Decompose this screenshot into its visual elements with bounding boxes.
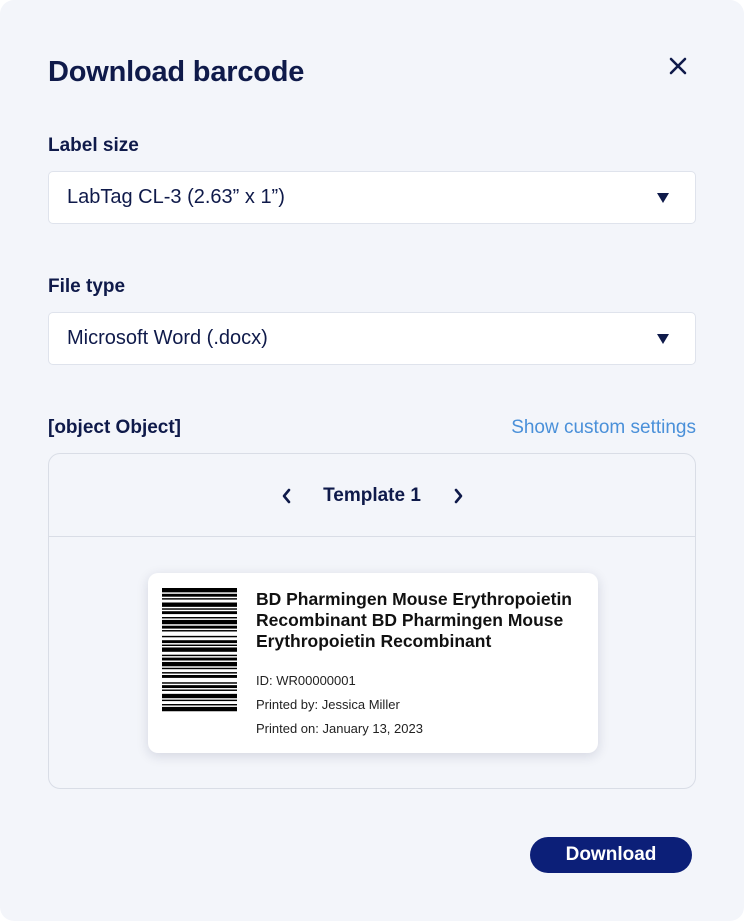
- template-navigator: Template 1: [49, 454, 695, 537]
- barcode-image: [162, 588, 237, 712]
- label-product-name: BD Pharmingen Mouse Erythropoietin Recom…: [256, 589, 572, 651]
- download-barcode-dialog: Download barcode Label size LabTag CL-3 …: [0, 0, 744, 921]
- close-icon: [669, 57, 687, 75]
- caret-down-icon: [657, 193, 669, 203]
- label-size-value: LabTag CL-3 (2.63” x 1”): [67, 186, 285, 208]
- next-template-button[interactable]: [450, 486, 466, 506]
- dialog-title: Download barcode: [48, 56, 305, 88]
- label-id: ID: WR00000001: [256, 673, 356, 688]
- label-size-label: Label size: [48, 135, 139, 156]
- file-type-select[interactable]: Microsoft Word (.docx): [48, 312, 696, 365]
- caret-down-icon: [657, 334, 669, 344]
- download-button[interactable]: Download: [530, 837, 692, 873]
- label-printed-by: Printed by: Jessica Miller: [256, 697, 400, 712]
- label-printed-on: Printed on: January 13, 2023: [256, 721, 423, 736]
- file-type-value: Microsoft Word (.docx): [67, 327, 268, 349]
- chevron-right-icon: [454, 488, 463, 504]
- label-card: BD Pharmingen Mouse Erythropoietin Recom…: [148, 573, 598, 753]
- label-preview-heading: [object Object]: [48, 417, 182, 438]
- template-name: Template 1: [323, 485, 421, 506]
- close-button[interactable]: [664, 52, 692, 80]
- show-custom-settings-link[interactable]: Show custom settings: [511, 417, 696, 439]
- label-size-select[interactable]: LabTag CL-3 (2.63” x 1”): [48, 171, 696, 224]
- label-preview-panel: Template 1 BD Pharmingen Mouse Erythropo…: [48, 453, 696, 789]
- file-type-label: File type: [48, 276, 126, 297]
